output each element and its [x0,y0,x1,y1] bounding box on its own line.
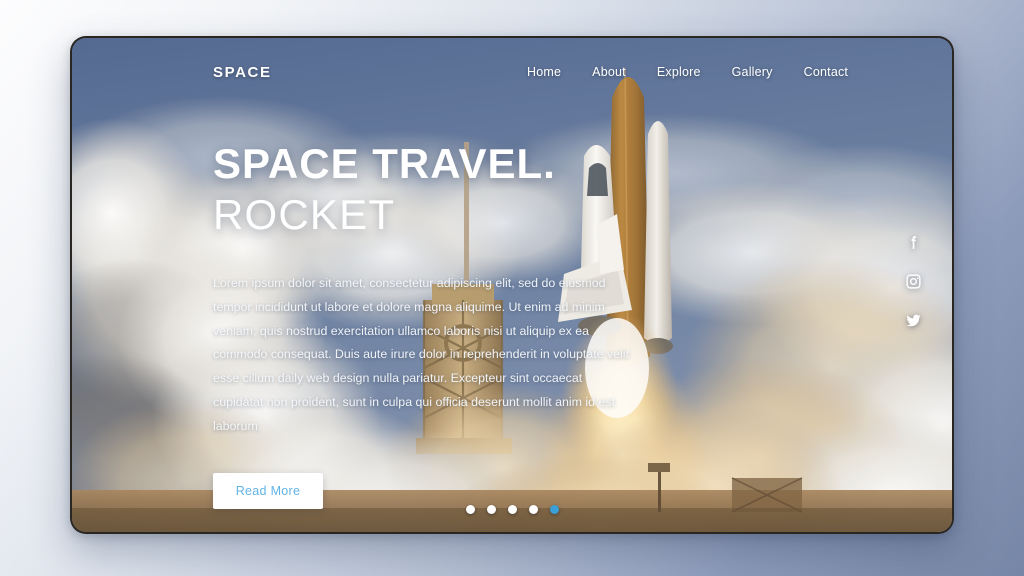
social-links-rail [905,234,922,329]
nav-link-about[interactable]: About [592,65,626,79]
carousel-dot-4[interactable] [528,505,538,514]
nav-link-explore[interactable]: Explore [657,65,701,79]
instagram-icon[interactable] [905,273,922,290]
browser-viewport: SPACE Home About Explore Gallery Contact… [72,38,952,532]
facebook-icon[interactable] [905,234,922,251]
nav-link-gallery[interactable]: Gallery [732,65,773,79]
site-logo[interactable]: SPACE [213,64,272,81]
hero-paragraph: Lorem ipsum dolor sit amet, consectetur … [213,276,630,433]
carousel-dot-2[interactable] [486,505,496,514]
hero-headline-secondary: ROCKET [213,191,396,238]
hero-headline-primary: SPACE TRAVEL. [213,140,556,187]
device-frame: SPACE Home About Explore Gallery Contact… [70,36,954,534]
carousel-dot-3[interactable] [507,505,517,514]
nav-link-contact[interactable]: Contact [804,65,848,79]
hero-content: SPACE TRAVEL. ROCKET Lorem ipsum dolor s… [213,143,643,509]
site-content: SPACE Home About Explore Gallery Contact… [72,38,952,532]
page-root: SPACE Home About Explore Gallery Contact… [0,0,1024,576]
twitter-icon[interactable] [905,312,922,329]
carousel-dot-1[interactable] [465,505,475,514]
nav-link-home[interactable]: Home [527,65,561,79]
nav-links: Home About Explore Gallery Contact [527,65,848,79]
top-navigation: SPACE Home About Explore Gallery Contact [72,55,952,89]
read-more-button[interactable]: Read More [213,472,323,509]
carousel-pagination [72,505,952,514]
carousel-dot-5[interactable] [549,505,559,514]
